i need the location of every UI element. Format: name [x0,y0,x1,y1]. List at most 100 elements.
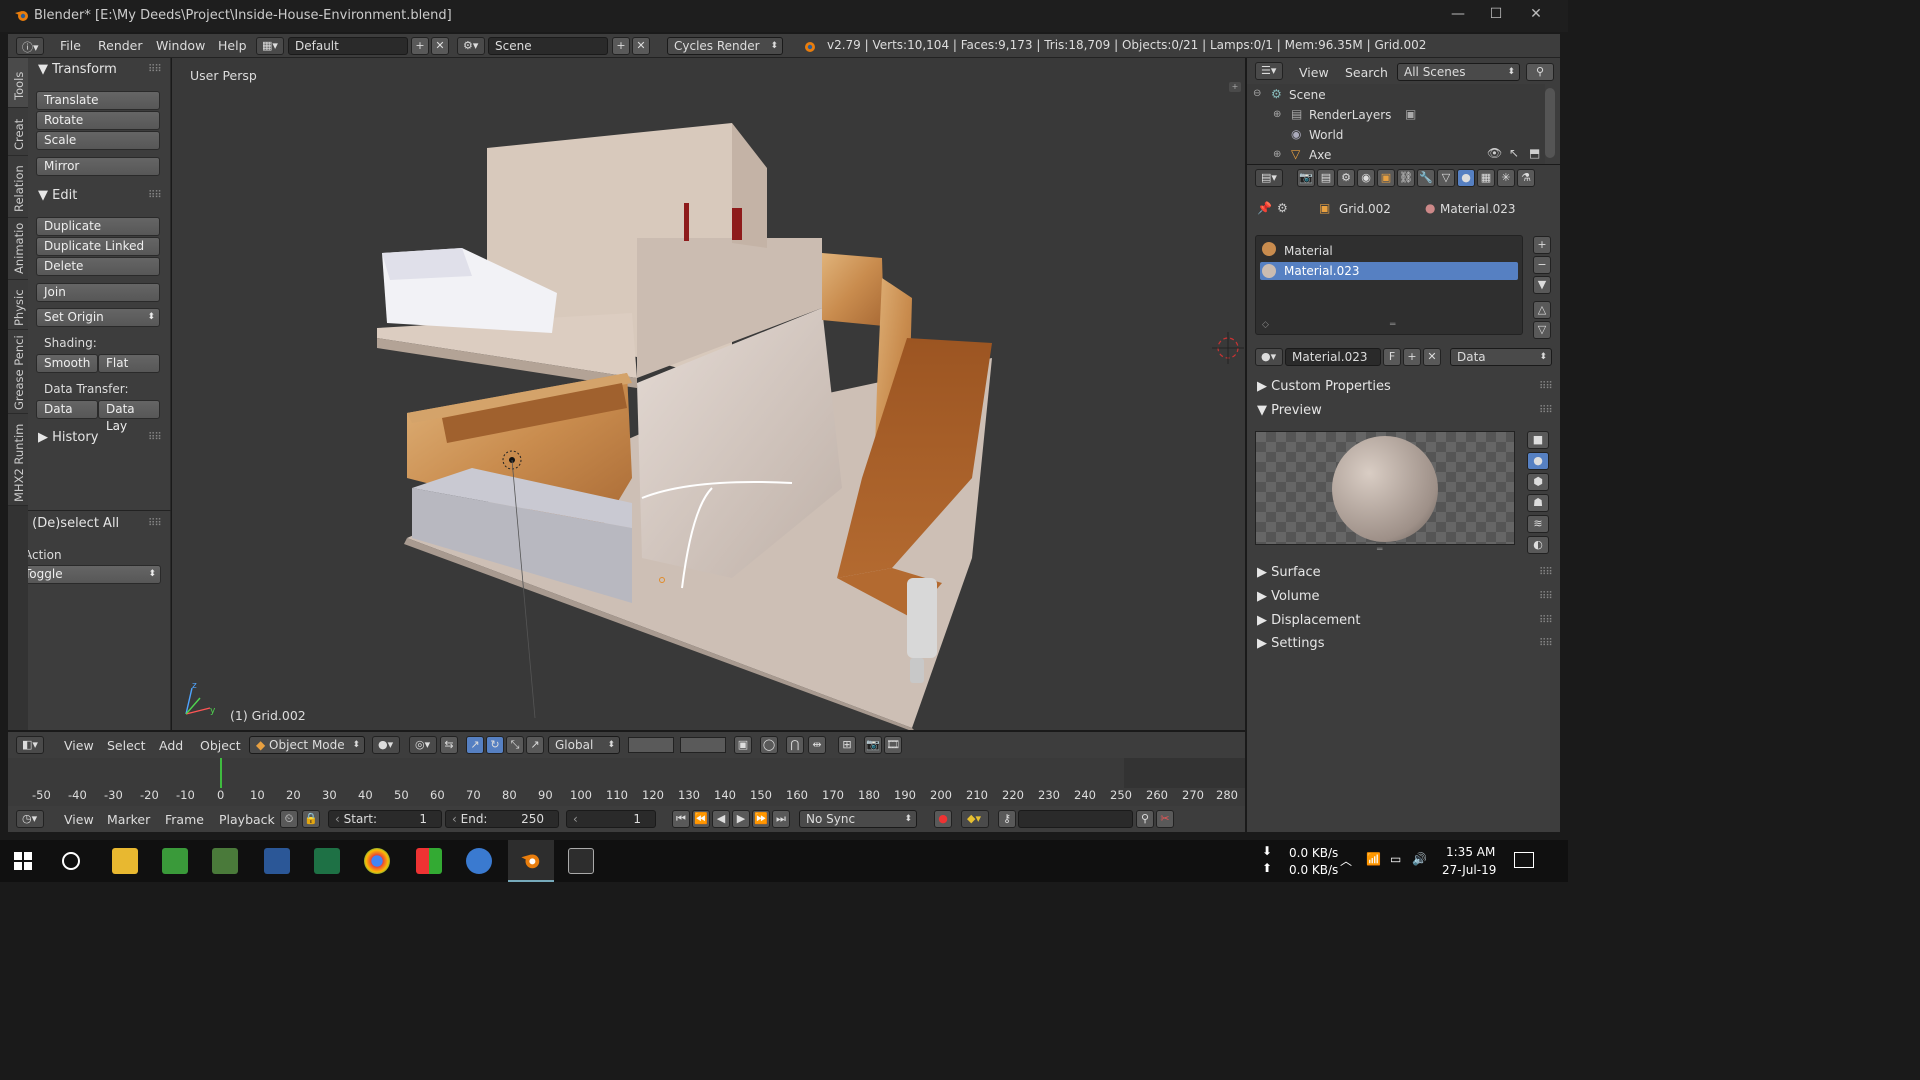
preview-panel[interactable]: ▼ Preview [1257,403,1322,418]
grip-icon[interactable]: ⠿⠿ [1539,567,1553,578]
preview-flat-icon[interactable]: ■ [1527,431,1549,449]
menu-object[interactable]: Object [200,738,241,753]
remove-layout-icon[interactable]: ✕ [431,37,449,55]
cortana-search-icon[interactable] [62,852,80,870]
keying-set-icon[interactable]: ⚷ [998,810,1016,828]
notifications-icon[interactable] [1514,852,1534,868]
camera-render-icon[interactable]: ⬒ [1529,146,1540,160]
material-slot-material[interactable]: Material [1284,244,1333,258]
layout-field[interactable]: Default [288,37,408,55]
app-icon-4[interactable] [568,848,594,874]
translate-button[interactable]: Translate [36,91,160,110]
render-engine-select[interactable]: Cycles Render ⬍ [667,37,783,55]
object-tab-icon[interactable]: ▣ [1377,169,1395,187]
custom-properties-panel[interactable]: ▶ Custom Properties [1257,379,1391,394]
outliner-scrollbar[interactable] [1545,88,1555,158]
slot-specials-icon[interactable]: ▼ [1533,276,1551,294]
wifi-icon[interactable]: 📶 [1366,852,1381,866]
file-explorer-icon[interactable] [112,848,138,874]
prev-keyframe-icon[interactable]: ⏪ [692,810,710,828]
insert-keyframe-icon[interactable]: ⚲ [1136,810,1154,828]
snap-element-icon[interactable]: ⇹ [808,736,826,754]
menu-add[interactable]: Add [159,738,183,753]
smooth-button[interactable]: Smooth [36,354,98,373]
app-icon-2[interactable] [212,848,238,874]
material-tab-icon[interactable]: ● [1457,169,1475,187]
current-frame-field[interactable]: ‹ 1 [566,810,656,828]
outliner-item-axe[interactable]: Axe [1309,148,1331,162]
world-tab-icon[interactable]: ◉ [1357,169,1375,187]
translate-manipulator-icon[interactable]: ↗ [466,736,484,754]
preview-monkey-icon[interactable]: ☗ [1527,494,1549,512]
volume-panel[interactable]: ▶ Volume [1257,589,1320,604]
tab-grease-pencil[interactable]: Grease Penci [8,330,28,414]
texture-tab-icon[interactable]: ▦ [1477,169,1495,187]
preview-range-icon[interactable]: ⏲ [280,810,298,828]
outliner-item-scene[interactable]: Scene [1289,88,1326,102]
grip-icon[interactable]: ⠿⠿ [1539,381,1553,392]
app-icon-3[interactable] [416,848,442,874]
settings-panel[interactable]: ▶ Settings [1257,636,1324,651]
duplicate-linked-button[interactable]: Duplicate Linked [36,237,160,256]
delete-keyframe-icon[interactable]: ✂ [1156,810,1174,828]
frame-ruler[interactable]: -50 -40 -30 -20 -10 0 10 20 30 40 50 60 … [8,788,1245,804]
move-down-icon[interactable]: ▽ [1533,321,1551,339]
scene-selector-icon[interactable]: ⚙▾ [457,37,485,55]
grip-icon[interactable]: ⠿⠿ [148,432,162,443]
pivot-icon[interactable]: ◎▾ [409,736,437,754]
expand-icon[interactable]: ⊕ [1273,149,1281,160]
tray-chevron-icon[interactable]: ︿ [1340,852,1352,869]
fake-user-button[interactable]: F [1383,348,1401,366]
new-material-icon[interactable]: + [1403,348,1421,366]
layers-grid-1[interactable] [628,737,674,753]
material-slot-selected[interactable]: Material.023 [1260,262,1518,280]
lock-camera-icon[interactable]: ▣ [734,736,752,754]
tab-mhx2-runtime[interactable]: MHX2 Runtim [8,414,28,506]
slot-grip-icon[interactable]: ◇ [1262,320,1269,330]
physics-tab-icon[interactable]: ⚗ [1517,169,1535,187]
clock-date[interactable]: 27-Jul-19 [1442,863,1496,877]
word-icon[interactable] [264,848,290,874]
editor-type-icon[interactable]: ◧▾ [16,736,44,754]
jump-end-icon[interactable]: ⏭ [772,810,790,828]
rotate-button[interactable]: Rotate [36,111,160,130]
blender-taskbar-button[interactable] [508,840,554,882]
end-frame-field[interactable]: ‹ End: 250 [445,810,559,828]
preview-resize-icon[interactable]: ═ [1377,545,1382,555]
manipulator-extra-icon[interactable]: ↗ [526,736,544,754]
menu-view[interactable]: View [64,738,94,753]
menu-render[interactable]: Render [98,38,143,53]
shading-mode-icon[interactable]: ●▾ [372,736,400,754]
layers-grid-2[interactable] [680,737,726,753]
tab-physics[interactable]: Physic [8,280,28,330]
join-button[interactable]: Join [36,283,160,302]
menu-window[interactable]: Window [156,38,205,53]
grip-icon[interactable]: ⠿⠿ [1539,638,1553,649]
add-slot-icon[interactable]: + [1533,236,1551,254]
tab-relation[interactable]: Relation [8,156,28,218]
outliner-item-world[interactable]: World [1309,128,1343,142]
tab-animation[interactable]: Animatio [8,218,28,280]
particles-tab-icon[interactable]: ✳ [1497,169,1515,187]
menu-marker[interactable]: Marker [107,812,150,827]
properties-toggle-icon[interactable]: + [1229,82,1241,92]
battery-icon[interactable]: ▭ [1390,852,1401,866]
menu-playback[interactable]: Playback [219,812,275,827]
editor-type-icon[interactable]: ☰▾ [1255,62,1283,80]
editor-type-icon[interactable]: ⓘ▾ [16,37,44,55]
unlink-material-icon[interactable]: ✕ [1423,348,1441,366]
mode-select[interactable]: ◆ Object Mode ⬍ [249,736,365,754]
jump-start-icon[interactable]: ⏮ [672,810,690,828]
data-button[interactable]: Data [36,400,98,419]
link-select[interactable]: Data ⬍ [1450,348,1552,366]
set-origin-select[interactable]: Set Origin ⬍ [36,308,160,327]
3d-cursor-icon[interactable] [1212,332,1244,364]
modifiers-tab-icon[interactable]: 🔧 [1417,169,1435,187]
chrome-icon[interactable] [364,848,390,874]
scene-field[interactable]: Scene [488,37,608,55]
remove-slot-icon[interactable]: − [1533,256,1551,274]
menu-view[interactable]: View [64,812,94,827]
screen-layout-icon[interactable]: ▦▾ [256,37,284,55]
render-layers-tab-icon[interactable]: ▤ [1317,169,1335,187]
list-resize-icon[interactable]: ═ [1390,320,1395,330]
